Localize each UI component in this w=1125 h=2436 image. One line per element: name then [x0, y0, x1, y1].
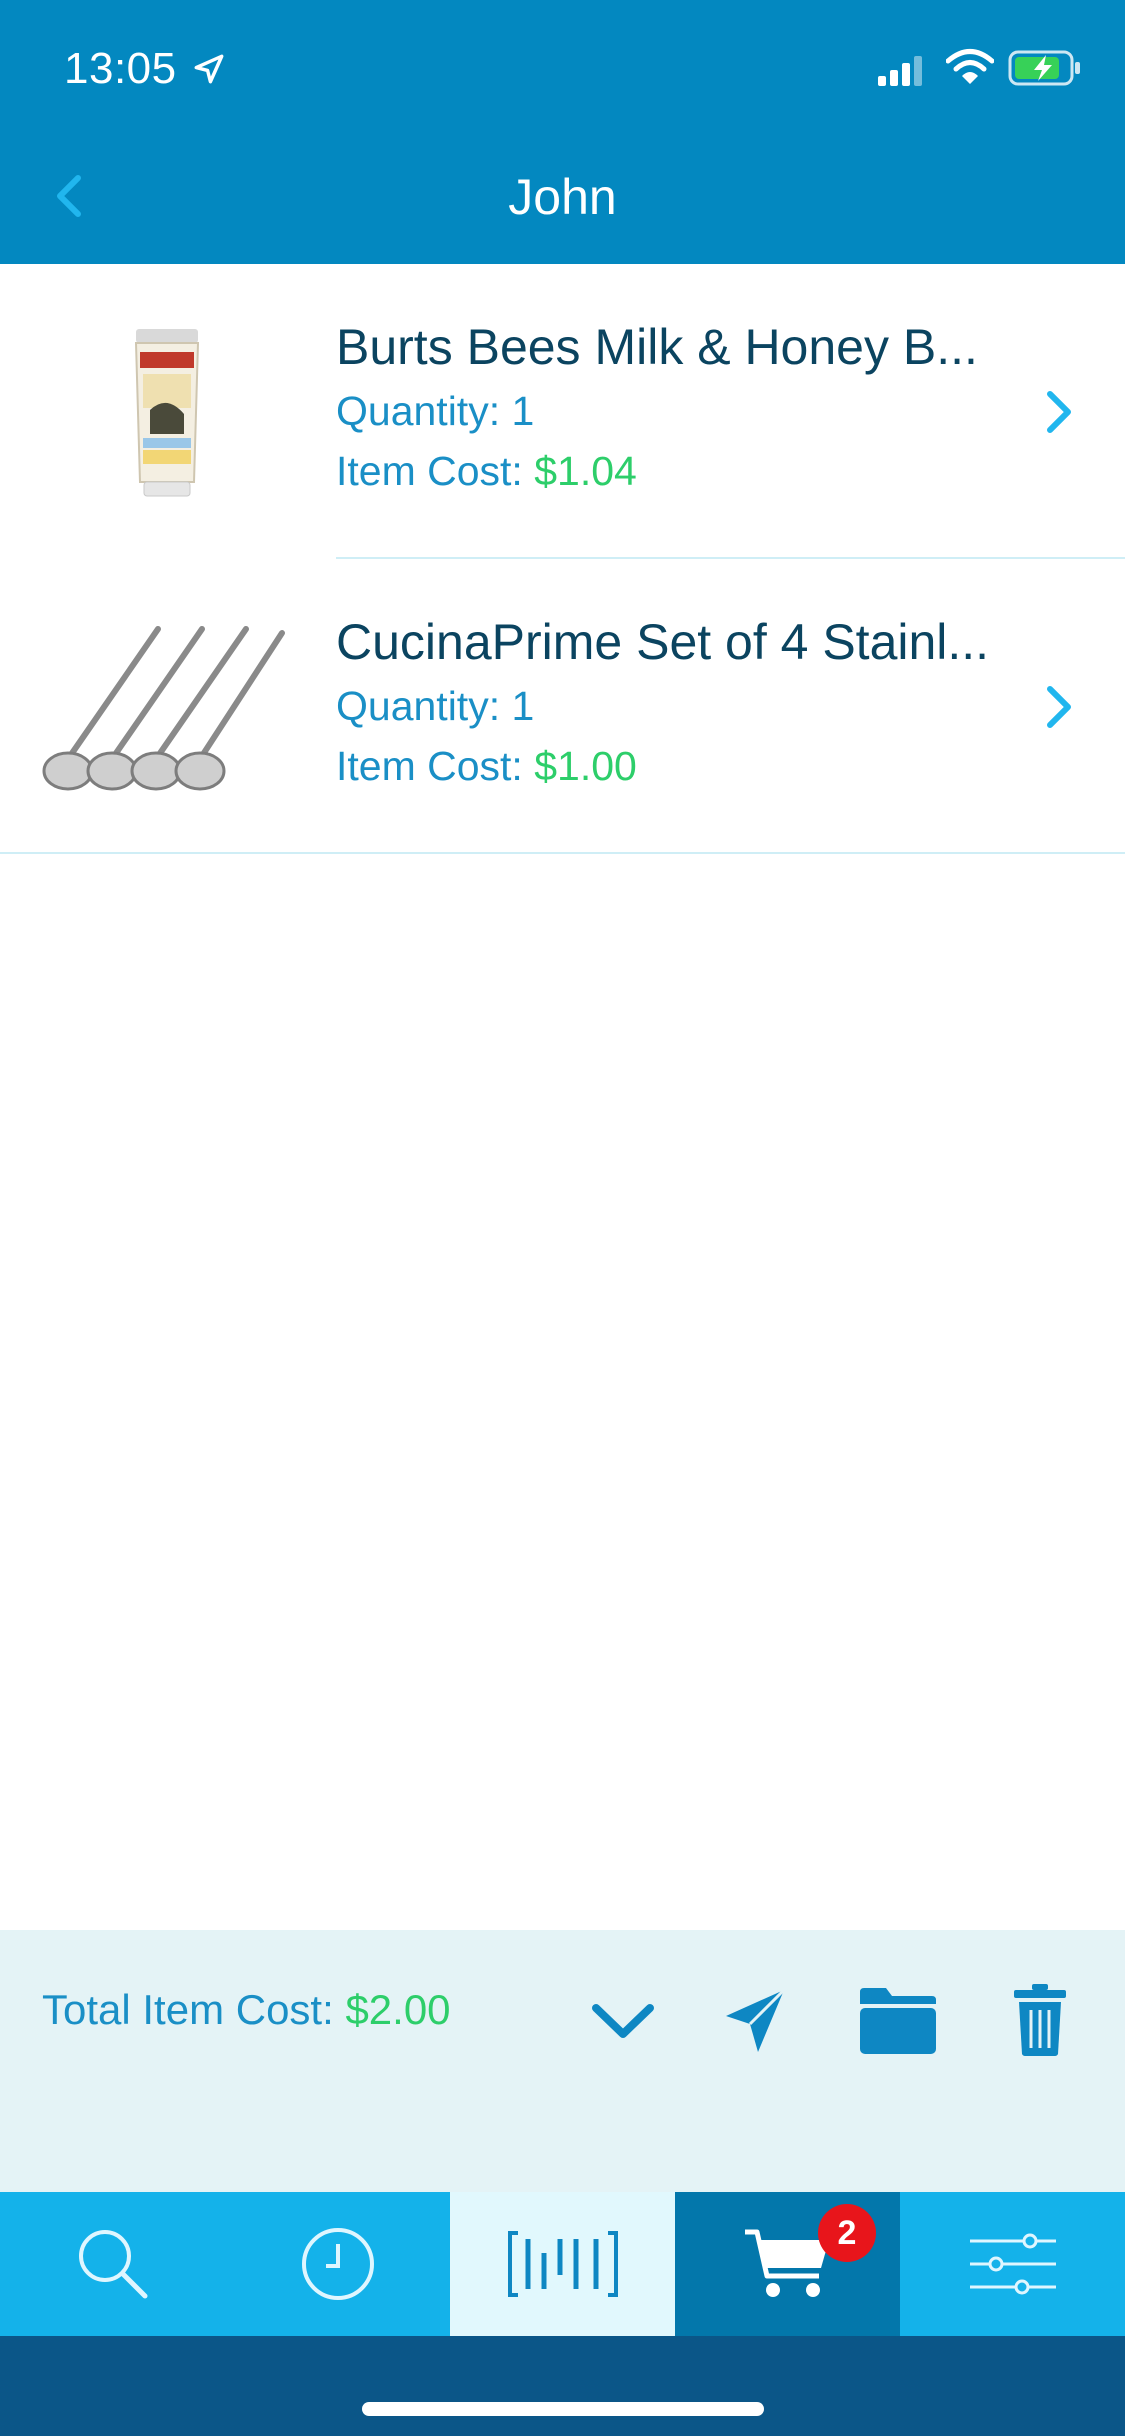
item-quantity: Quantity: 1 [336, 388, 535, 434]
home-indicator[interactable] [362, 2402, 764, 2416]
trash-icon[interactable] [1012, 1982, 1068, 2058]
location-arrow-icon [194, 54, 224, 84]
item-cost-label: Item Cost: [336, 743, 535, 789]
tab-search[interactable] [0, 2192, 225, 2336]
chevron-right-icon[interactable] [1040, 382, 1080, 442]
barcode-icon [507, 2231, 618, 2297]
cart-badge: 2 [818, 2204, 876, 2262]
item-title: Burts Bees Milk & Honey B... [336, 319, 978, 375]
send-icon[interactable] [722, 1982, 788, 2058]
wifi-icon [946, 49, 994, 84]
cart-item-list: Burts Bees Milk & Honey B... Quantity: 1… [0, 264, 1125, 854]
row-divider [0, 852, 1125, 854]
item-cost-label: Item Cost: [336, 448, 535, 494]
search-icon [78, 2230, 147, 2299]
list-item[interactable]: Burts Bees Milk & Honey B... Quantity: 1… [0, 264, 1125, 559]
summary-bar: Total Item Cost: $2.00 [0, 1930, 1125, 2192]
tab-history[interactable] [225, 2192, 450, 2336]
tab-bar [0, 2192, 1125, 2336]
status-bar: 13:05 [0, 0, 1125, 140]
folder-icon[interactable] [856, 1982, 940, 2058]
item-cost-value: $1.00 [534, 743, 637, 789]
home-indicator-area [0, 2336, 1125, 2436]
chevron-down-icon[interactable] [588, 1982, 658, 2058]
status-time: 13:05 [64, 44, 177, 93]
item-title: CucinaPrime Set of 4 Stainl... [336, 614, 990, 670]
product-thumbnail [42, 626, 285, 791]
item-cost-value: $1.04 [534, 448, 637, 494]
sliders-icon [969, 2233, 1056, 2295]
list-item[interactable]: CucinaPrime Set of 4 Stainl... Quantity:… [0, 559, 1125, 854]
nav-header: 13:05 John [0, 0, 1125, 264]
total-label: Total Item Cost: [42, 1986, 346, 2033]
item-quantity: Quantity: 1 [336, 683, 535, 729]
total-item-cost: Total Item Cost: $2.00 [42, 1986, 451, 2034]
total-value: $2.00 [345, 1986, 451, 2033]
clock-icon [301, 2228, 374, 2300]
item-cost: Item Cost: $1.00 [336, 743, 637, 790]
item-cost: Item Cost: $1.04 [336, 448, 637, 495]
signal-icon [878, 56, 922, 86]
product-thumbnail [134, 329, 200, 497]
battery-charging-icon [1008, 50, 1080, 86]
tab-scan[interactable] [450, 2192, 675, 2336]
page-title: John [508, 169, 617, 225]
chevron-right-icon[interactable] [1040, 677, 1080, 737]
tab-settings[interactable] [900, 2192, 1125, 2336]
